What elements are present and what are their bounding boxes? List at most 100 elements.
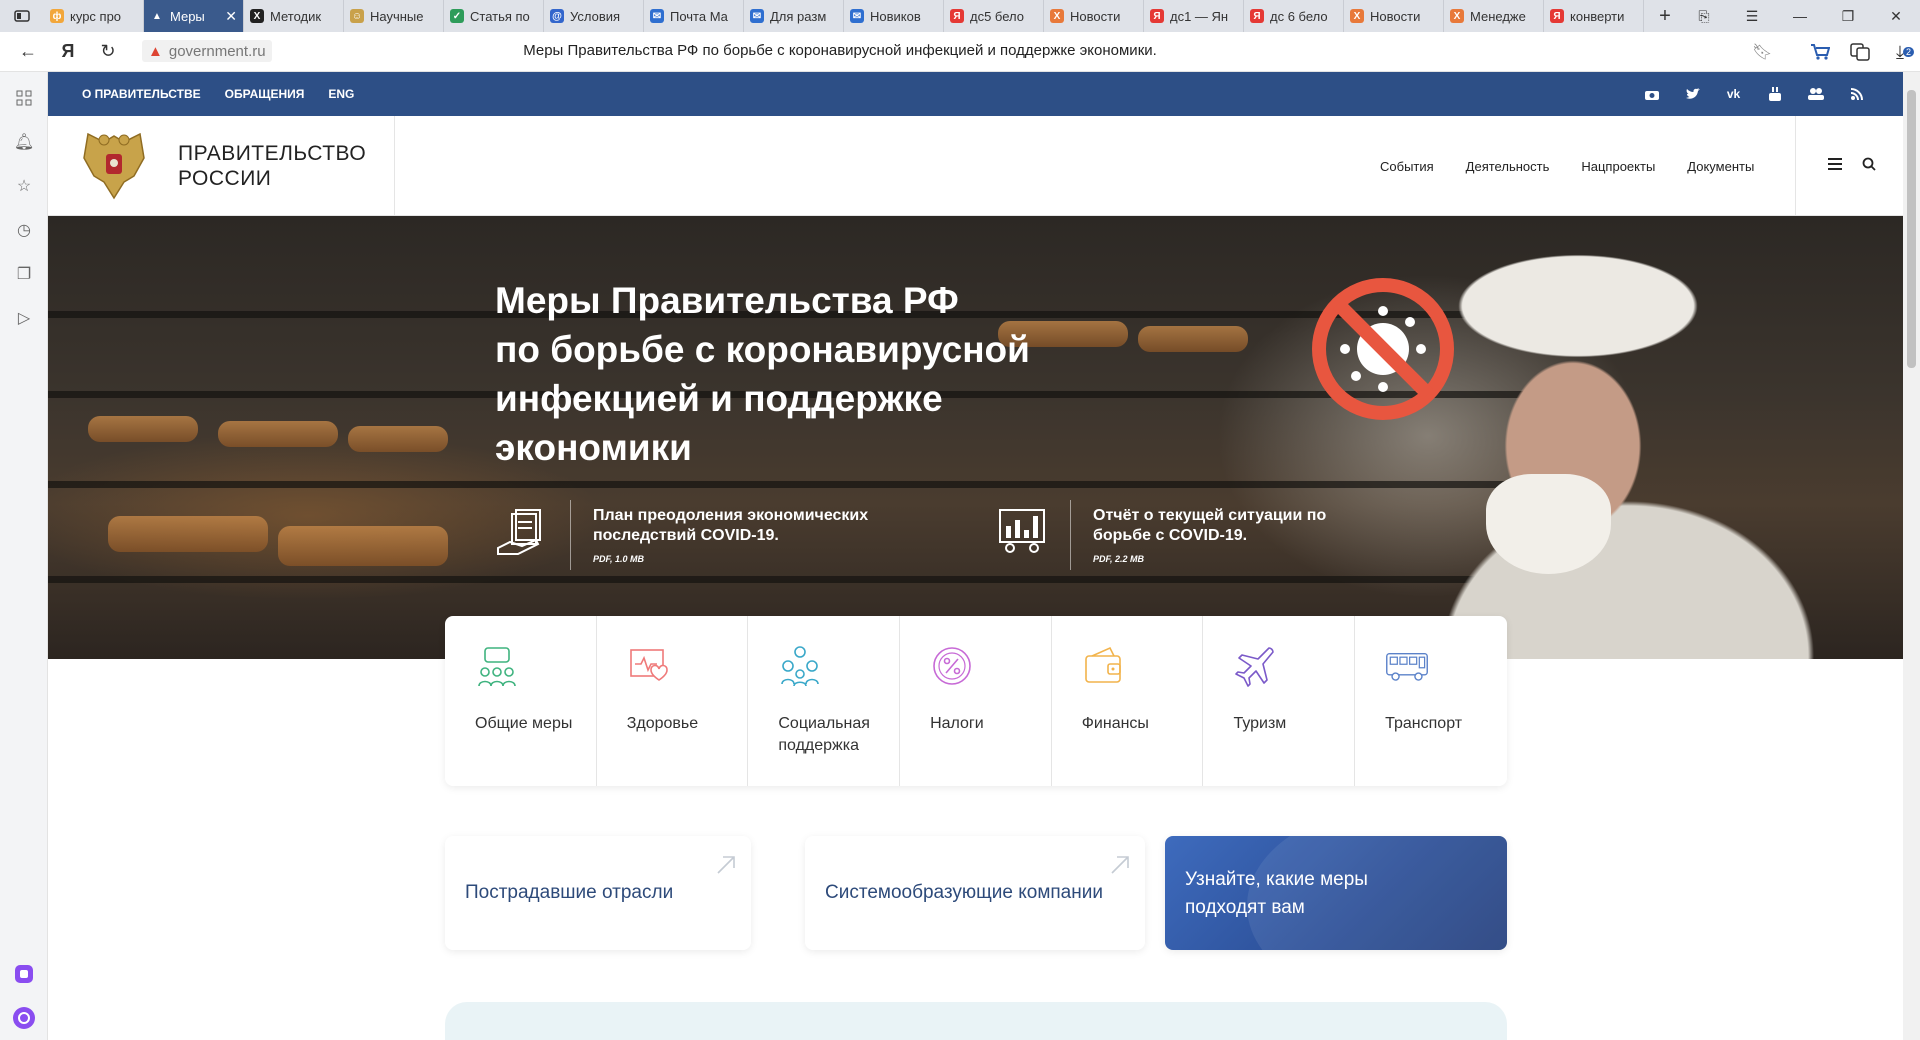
- card-label: Пострадавшие отрасли: [465, 882, 674, 903]
- browser-tab[interactable]: Ядс 6 бело: [1244, 0, 1344, 32]
- tab-title: курс про: [70, 8, 122, 24]
- page-scrollbar[interactable]: [1903, 72, 1920, 1040]
- plane-icon: [1235, 647, 1275, 687]
- tab-favicon-icon: Я: [1250, 9, 1264, 23]
- tab-favicon-icon: @: [550, 9, 564, 23]
- browser-tab[interactable]: ✉ Почта Ма: [644, 0, 744, 32]
- tab-title: Научные: [370, 8, 424, 24]
- tabs-overview-icon[interactable]: [0, 0, 44, 32]
- category-social-support[interactable]: Социальная поддержка: [748, 616, 901, 786]
- alice-assistant-icon[interactable]: [0, 996, 48, 1040]
- hero-title-line: инфекцией и поддержке: [495, 378, 943, 419]
- browser-menu-icon[interactable]: ☰: [1728, 0, 1776, 32]
- cart-icon[interactable]: [1800, 43, 1840, 61]
- hamburger-menu-icon[interactable]: [1828, 157, 1842, 175]
- doc-meta: PDF, 2.2 MB: [1093, 554, 1145, 564]
- search-icon[interactable]: [1862, 157, 1876, 176]
- downloads-icon[interactable]: ⤓ 2: [1880, 42, 1920, 63]
- minimize-button[interactable]: —: [1776, 0, 1824, 32]
- wallet-icon: [1084, 646, 1121, 683]
- category-taxes[interactable]: Налоги: [900, 616, 1052, 786]
- browser-tab[interactable]: ф курс про: [44, 0, 144, 32]
- tab-favicon-icon: Я: [950, 9, 964, 23]
- card-affected-industries[interactable]: Пострадавшие отрасли: [445, 836, 751, 950]
- restore-button[interactable]: ❐: [1824, 0, 1872, 32]
- browser-tab[interactable]: ✉ Новиков: [844, 0, 944, 32]
- browser-tab[interactable]: ▲ Меры ✕: [144, 0, 244, 32]
- new-tab-button[interactable]: +: [1650, 5, 1680, 28]
- hero-title-line: по борьбе с коронавирусной: [495, 329, 1030, 370]
- card-find-measures[interactable]: Узнайте, какие меры подходят вам: [1165, 836, 1507, 950]
- report-chart-icon: [999, 509, 1045, 553]
- tab-favicon-icon: X: [1350, 9, 1364, 23]
- tab-favicon-icon: X: [250, 9, 264, 23]
- category-finance[interactable]: Финансы: [1052, 616, 1204, 786]
- browser-tab[interactable]: X Новости: [1044, 0, 1144, 32]
- logo-link[interactable]: ПРАВИТЕЛЬСТВО РОССИИ: [48, 115, 395, 216]
- bookmark-icon[interactable]: 🔖︎: [1752, 42, 1772, 62]
- domain-text: government.ru: [168, 42, 266, 60]
- browser-tab[interactable]: Ядс5 бело: [944, 0, 1044, 32]
- close-window-button[interactable]: ✕: [1872, 0, 1920, 32]
- rss-icon[interactable]: [1836, 87, 1877, 101]
- address-bar: ← Я ↻ Меры Правительства РФ по борьбе с …: [0, 32, 1920, 72]
- category-label: Социальная поддержка: [778, 715, 870, 754]
- tab-favicon-icon: ✉: [650, 9, 664, 23]
- nav-events[interactable]: События: [1380, 159, 1434, 174]
- measures-categories: Общие меры Здоровье Социальная поддержка…: [445, 616, 1507, 786]
- category-tourism[interactable]: Туризм: [1203, 616, 1356, 786]
- card-backbone-companies[interactable]: Системообразующие компании: [805, 836, 1145, 950]
- tab-title: Статья по: [470, 8, 530, 24]
- topnav-appeals[interactable]: ОБРАЩЕНИЯ: [225, 87, 305, 101]
- notifications-icon[interactable]: 🔔︎: [0, 120, 48, 164]
- tab-favicon-icon: ▲: [150, 9, 164, 23]
- tab-title: дс1 — Ян: [1170, 8, 1229, 24]
- browser-tab[interactable]: X Менедже: [1444, 0, 1544, 32]
- topnav-about[interactable]: О ПРАВИТЕЛЬСТВЕ: [82, 87, 201, 101]
- bookmarks-panel-icon[interactable]: ⎘: [1680, 0, 1728, 32]
- scrollbar-thumb[interactable]: [1907, 90, 1916, 368]
- topnav-eng[interactable]: ENG: [328, 87, 354, 101]
- tab-title: Новости: [1070, 8, 1121, 24]
- browser-tab[interactable]: Яконверти: [1544, 0, 1644, 32]
- tab-title: Новости: [1370, 8, 1421, 24]
- security-warning-icon[interactable]: ▲: [148, 43, 163, 60]
- translate-icon[interactable]: [1840, 43, 1880, 61]
- vk-icon[interactable]: vk: [1713, 87, 1754, 101]
- nav-activity[interactable]: Деятельность: [1466, 159, 1550, 174]
- media-play-icon[interactable]: ▷: [0, 296, 48, 340]
- browser-tab[interactable]: ☺ Научные: [344, 0, 444, 32]
- government-name: ПРАВИТЕЛЬСТВО РОССИИ: [178, 141, 366, 191]
- doc-link-covid-report[interactable]: Отчёт о текущей ситуации по борьбе с COV…: [996, 500, 1383, 570]
- browser-tab[interactable]: ✉ Для разм: [744, 0, 844, 32]
- category-health[interactable]: Здоровье: [597, 616, 749, 786]
- tab-favicon-icon: ☺: [350, 9, 364, 23]
- twitter-icon[interactable]: [1672, 87, 1713, 101]
- tab-title: Условия: [570, 8, 621, 24]
- browser-tab[interactable]: X Новости: [1344, 0, 1444, 32]
- favorites-star-icon[interactable]: ☆: [0, 164, 48, 208]
- browser-tab[interactable]: ✓ Статья по: [444, 0, 544, 32]
- collections-icon[interactable]: ❐: [0, 252, 48, 296]
- history-clock-icon[interactable]: ◷: [0, 208, 48, 252]
- category-general-measures[interactable]: Общие меры: [445, 616, 597, 786]
- doc-title[interactable]: План преодоления экономических последств…: [593, 506, 883, 546]
- apps-grid-icon[interactable]: [0, 76, 48, 120]
- browser-tab[interactable]: X Методик: [244, 0, 344, 32]
- close-tab-icon[interactable]: ✕: [225, 8, 237, 25]
- doc-title[interactable]: Отчёт о текущей ситуации по борьбе с COV…: [1093, 506, 1383, 546]
- browser-tab[interactable]: @ Условия: [544, 0, 644, 32]
- browser-tab[interactable]: Ядс1 — Ян: [1144, 0, 1244, 32]
- youtube-icon[interactable]: [1754, 87, 1795, 101]
- category-transport[interactable]: Транспорт: [1355, 616, 1507, 786]
- nav-documents[interactable]: Документы: [1687, 159, 1754, 174]
- doc-link-economic-plan[interactable]: План преодоления экономических последств…: [496, 500, 883, 570]
- url-domain[interactable]: ▲ government.ru: [142, 40, 272, 62]
- users-icon[interactable]: [1795, 87, 1836, 101]
- messenger-icon[interactable]: [0, 952, 48, 996]
- page-viewport: О ПРАВИТЕЛЬСТВЕ ОБРАЩЕНИЯ ENG vk ПРАВИТЕ…: [48, 72, 1903, 1040]
- nav-national-projects[interactable]: Нацпроекты: [1581, 159, 1655, 174]
- tab-title: конверти: [1570, 8, 1625, 24]
- category-label: Туризм: [1233, 715, 1287, 732]
- camera-icon[interactable]: [1631, 87, 1672, 101]
